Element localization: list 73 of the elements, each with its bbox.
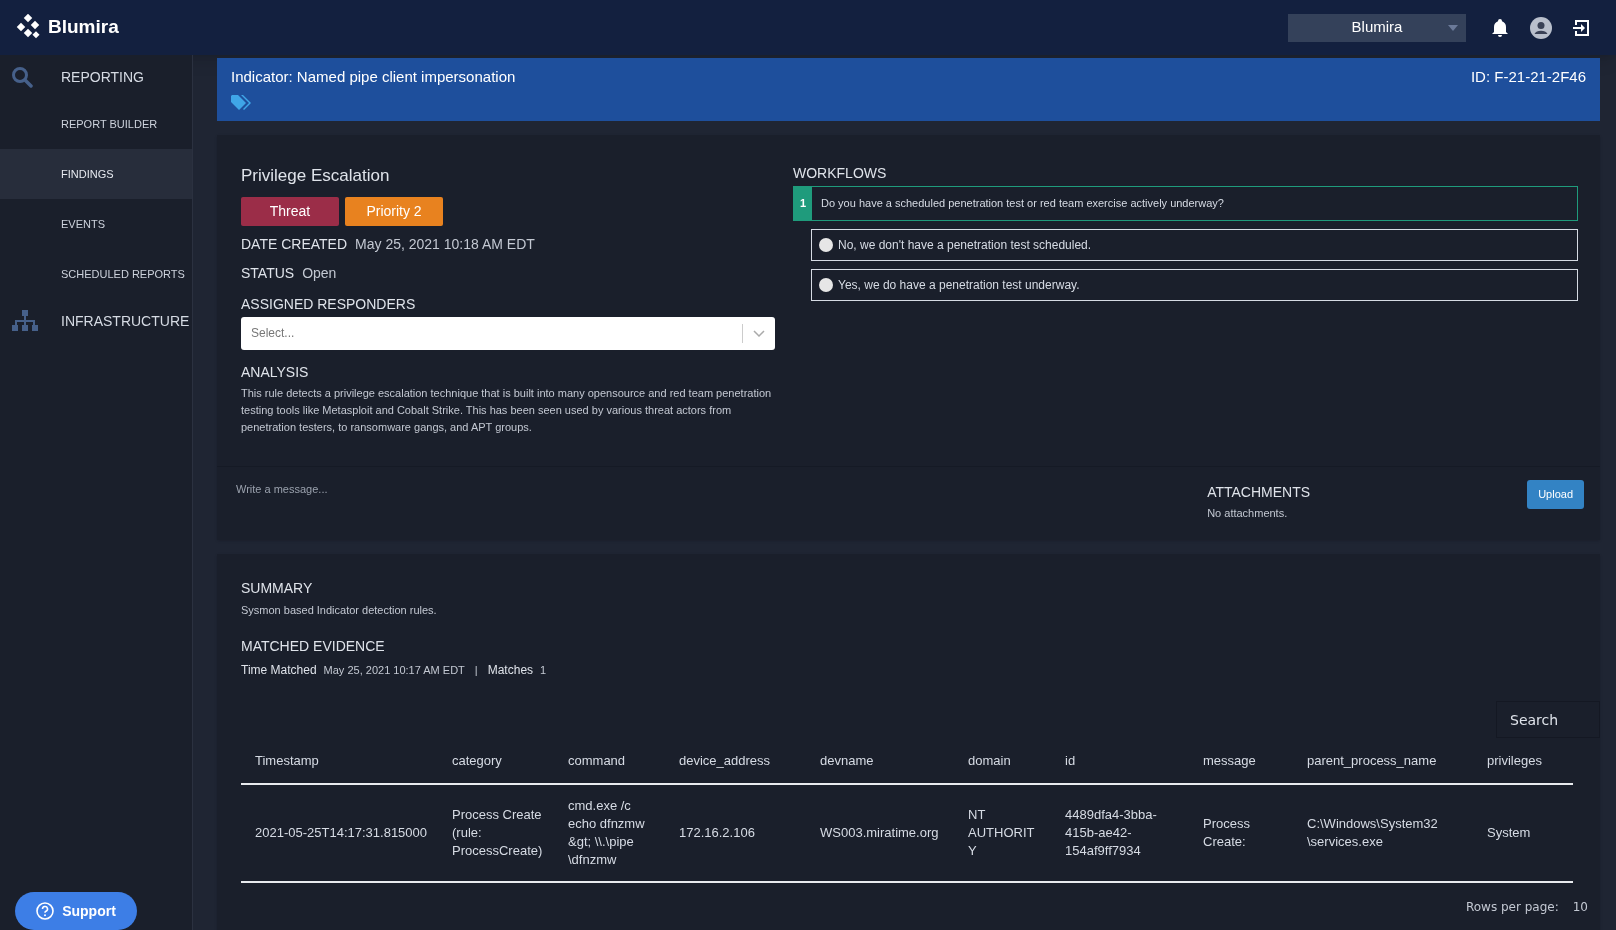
responders-dropdown[interactable]: Select... [241,316,775,350]
field-label: ASSIGNED RESPONDERS [241,294,417,314]
table-cell: 4489dfa4-3bba-415b-ae42-154af9ff7934 [1051,784,1189,882]
table-cell: cmd.exe /c echo dfnzmw &gt; \\.\pipe \dfnzmw [554,784,665,882]
upload-button[interactable]: Upload [1527,479,1584,509]
table-cell: 2021-05-25T14:17:31.815000 [241,784,438,882]
rows-per-page-select[interactable]: 10 [1572,897,1588,916]
attachments-empty-text: No attachments. [1207,505,1289,521]
finding-title: Indicator: Named pipe client impersonation [231,67,516,87]
table-cell: C:\Windows\System32 \services.exe [1293,784,1473,882]
table-cell: WS003.miratime.org [806,784,954,882]
step-number: 1 [794,187,812,220]
sidebar-item[interactable]: SCHEDULED REPORTS [0,249,192,299]
field-label: DATE CREATED [241,234,348,254]
category-title: Privilege Escalation [241,165,391,187]
finding-id: ID: F-21-21-2F46 [1470,67,1586,87]
analysis-text: This rule detects a privilege escalation technique that is built into many opensource and red team penetration testing tools like Metasploit and Cobalt Strike. This has been seen used by various threat actors from penetration testers, to ransomware gangs, and APT groups. [241,385,773,435]
severity-tag: Priority 2 [345,196,443,226]
help-icon [36,902,55,920]
separator-text: | [474,663,478,678]
network-icon [11,310,39,332]
tag-icon [231,94,251,111]
message-field[interactable]: Write a message... [217,466,1208,540]
logo-text: Blumira [48,15,119,40]
sidebar-item[interactable]: EVENTS [0,199,192,249]
support-button[interactable]: Support [15,892,137,930]
chevron-down-icon [753,329,765,338]
search-field[interactable]: Search [1496,701,1600,738]
radio-button[interactable] [819,278,833,292]
radio-button[interactable] [819,238,833,252]
field-value: May 25, 2021 10:18 AM EDT [355,234,535,254]
column-header[interactable]: category [438,738,554,784]
table-cell: Process Create: [1189,784,1293,882]
field-label: Matches [487,662,534,679]
column-header[interactable]: domain [954,738,1051,784]
bell-icon[interactable] [1490,17,1510,38]
field-value: 1 [540,663,547,678]
severity-tag: Threat [241,196,339,226]
user-avatar-icon[interactable] [1530,16,1552,39]
column-header[interactable]: devname [806,738,954,784]
field-label: ANALYSIS [241,362,310,382]
table-cell: System [1473,784,1573,882]
caret-icon [1448,24,1458,31]
answer-option[interactable]: No, we don't have a penetration test scheduled. [811,229,1578,261]
sidebar-section[interactable]: REPORTING [61,66,144,88]
column-header[interactable]: message [1189,738,1293,784]
table-cell: NT AUTHORITY [954,784,1051,882]
field-label: Time Matched [241,662,317,679]
column-header[interactable]: parent_process_name [1293,738,1473,784]
field-value: Open [302,263,337,283]
sidebar-item[interactable]: REPORT BUILDER [0,99,192,149]
evidence-heading: MATCHED EVIDENCE [241,637,386,656]
logout-icon[interactable] [1572,17,1592,38]
search-icon [11,66,33,88]
column-header[interactable]: device_address [665,738,806,784]
column-header[interactable]: Timestamp [241,738,438,784]
table-cell: 172.16.2.106 [665,784,806,882]
summary-heading: SUMMARY [241,578,314,598]
column-header[interactable]: id [1051,738,1189,784]
table-cell: Process Create (rule: ProcessCreate) [438,784,554,882]
sidebar-item[interactable]: FINDINGS [0,149,192,199]
field-label: STATUS [241,263,295,283]
answer-option[interactable]: Yes, we do have a penetration test underway. [811,269,1578,301]
question-text: Do you have a scheduled penetration test or red team exercise actively underway? [820,196,1224,212]
column-header[interactable]: command [554,738,665,784]
rows-per-page-label: Rows per page: [1465,898,1559,916]
attachments-heading: ATTACHMENTS [1207,482,1312,502]
sidebar-section[interactable]: INFRASTRUCTURE [61,310,190,332]
organization-dropdown[interactable]: Blumira [1288,13,1466,42]
column-header[interactable]: privileges [1473,738,1573,784]
field-value: May 25, 2021 10:17 AM EDT [323,663,465,678]
summary-text: Sysmon based Indicator detection rules. [241,602,438,618]
workflows-heading: WORKFLOWS [793,164,888,183]
